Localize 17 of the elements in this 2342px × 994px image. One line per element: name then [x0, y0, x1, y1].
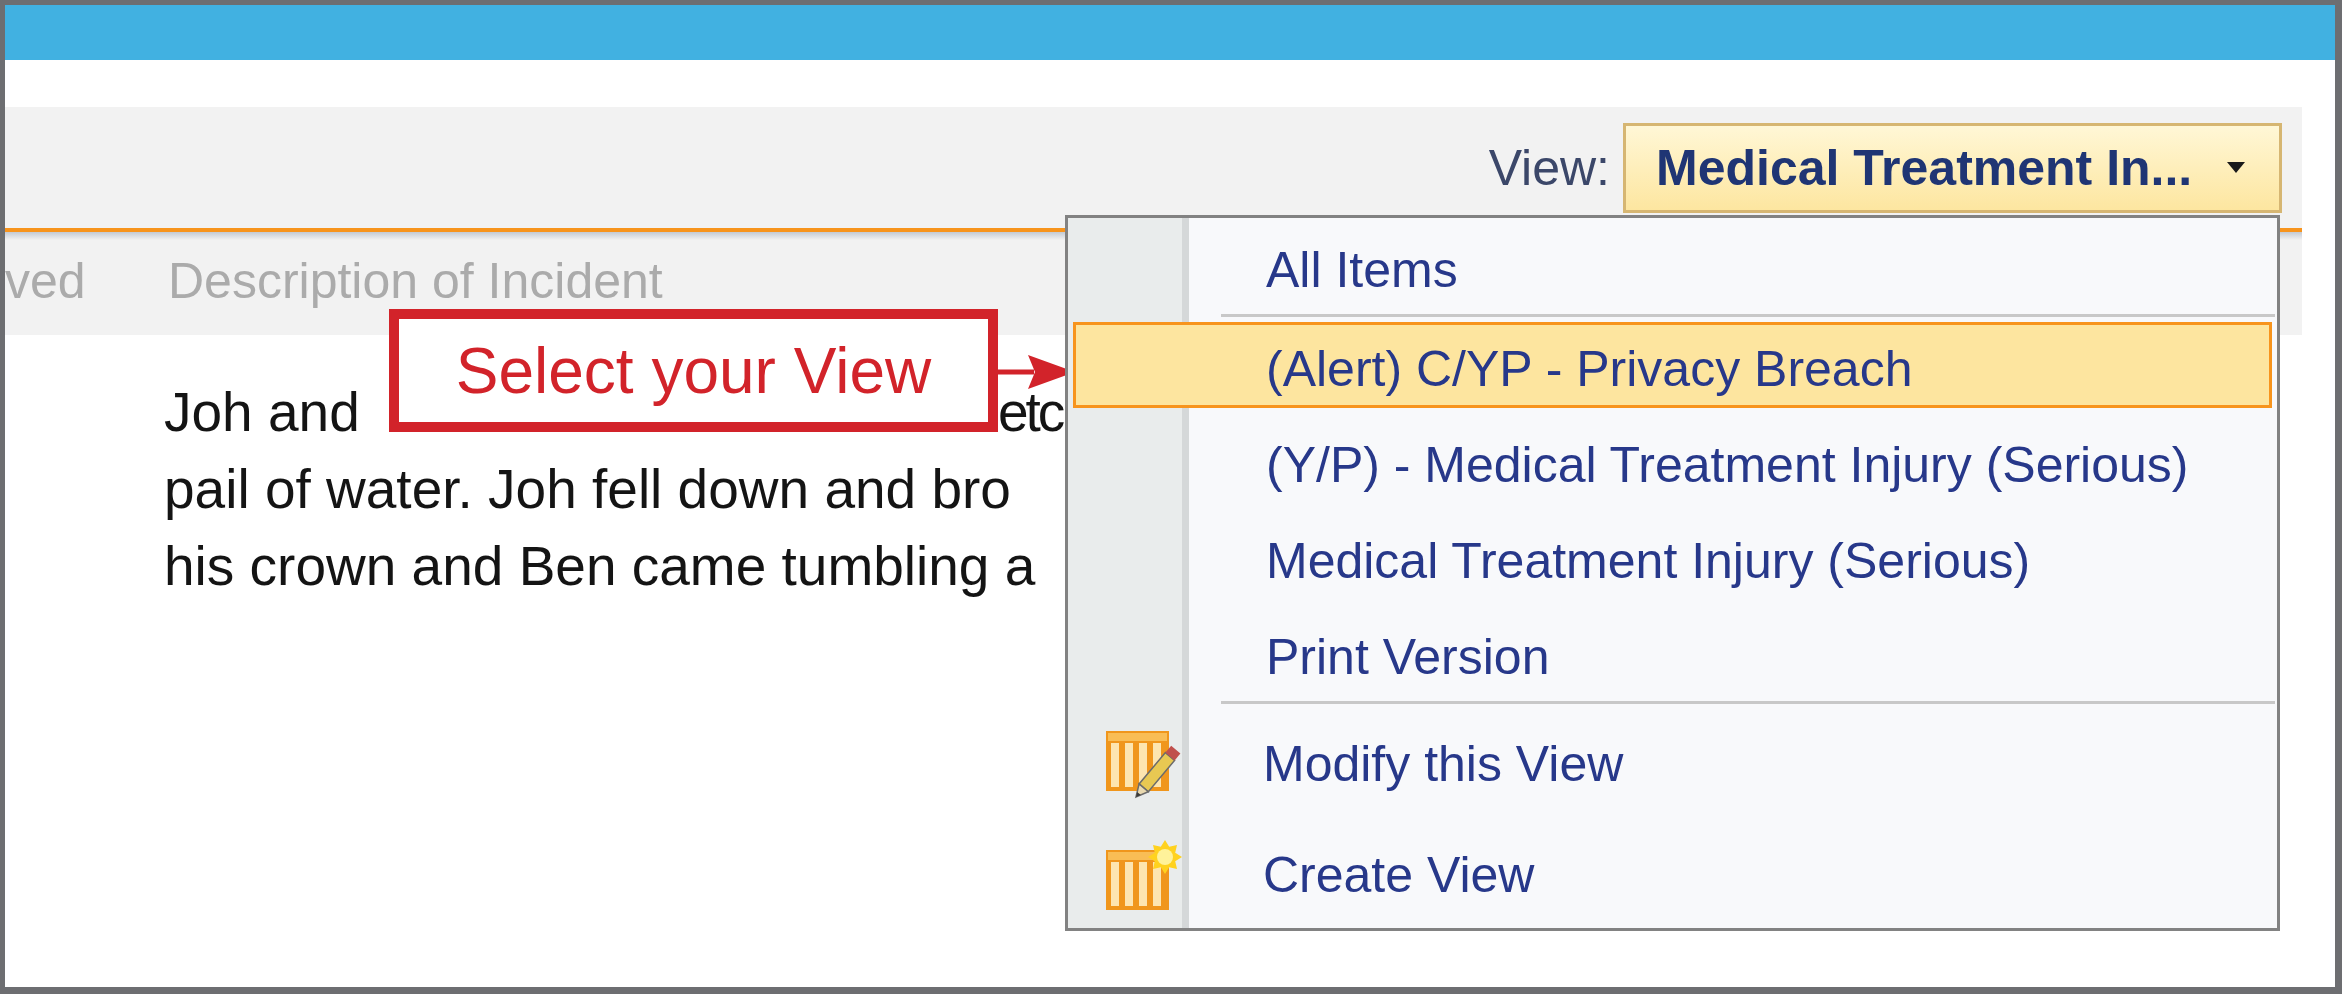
menu-item[interactable]: Modify this View [1073, 709, 2272, 810]
table-pencil-icon [1106, 728, 1182, 799]
menu-item[interactable]: Print Version [1073, 610, 2272, 696]
menu-item[interactable]: (Y/P) - Medical Treatment Injury (Serious) [1073, 418, 2272, 504]
view-label: View: [1488, 142, 1610, 193]
caret-icon [2227, 162, 2245, 173]
menu-item[interactable]: (Alert) C/YP - Privacy Breach [1073, 322, 2272, 408]
description-text: his crown and Ben came tumbling a [164, 535, 1036, 597]
description-text: Joh and [164, 381, 360, 443]
description-text: pail of water. Joh fell down and bro [164, 458, 1011, 520]
menu-item[interactable]: Medical Treatment Injury (Serious) [1073, 514, 2272, 600]
menu-item[interactable]: All Items [1073, 223, 2272, 309]
view-dropdown[interactable]: Medical Treatment In... [1623, 122, 2282, 213]
description-text: etc [998, 381, 1063, 443]
menu-item[interactable]: Create View [1073, 820, 2272, 921]
callout: Select your View [389, 309, 998, 432]
table-sparkle-icon [1106, 839, 1182, 910]
